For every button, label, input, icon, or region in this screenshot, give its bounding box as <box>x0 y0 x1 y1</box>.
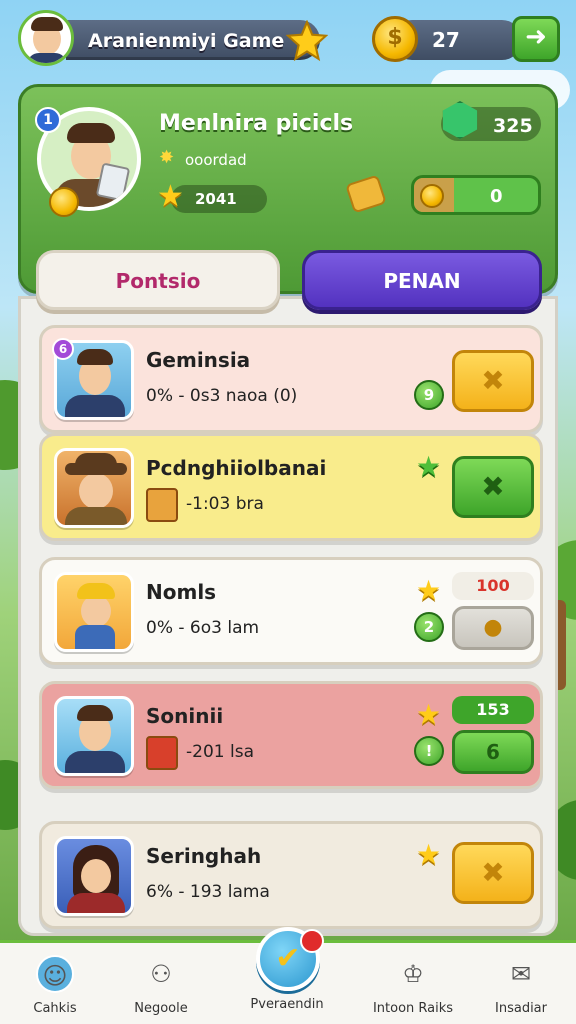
nav-label: Pveraendin <box>250 997 324 1012</box>
score-value: 2041 <box>195 190 237 208</box>
profile-coin-icon <box>49 187 79 217</box>
card-value-pill: 100 <box>452 572 534 600</box>
coin-count: 27 <box>432 28 460 52</box>
nav-label: Insadiar <box>495 1001 547 1016</box>
nav-item-insadiar[interactable]: ✉ Insadiar <box>466 955 576 1016</box>
nav-label: Intoon Raiks <box>372 1001 454 1016</box>
nav-label: Negoole <box>134 1001 188 1016</box>
card-title: Pcdnghiiolbanai <box>146 456 327 480</box>
card-star-icon: ★ <box>416 698 442 731</box>
gem-count: 325 <box>493 115 533 137</box>
card-title: Seringhah <box>146 844 262 868</box>
progress-coin-icon <box>420 184 444 208</box>
coin-icon <box>372 16 418 62</box>
list-card-1[interactable]: 6 Geminsia 0% - 0s3 naoa (0) 9 ✖ <box>39 325 543 433</box>
book-icon <box>146 736 178 770</box>
list-card-4[interactable]: Soninii -201 lsa ★ 153 ! 6 <box>39 681 543 789</box>
card-stat: 0% - 0s3 naoa (0) <box>146 386 298 406</box>
list-panel: 6 Geminsia 0% - 0s3 naoa (0) 9 ✖ Pcdnghi… <box>18 296 558 936</box>
card-indicator-icon: 9 <box>414 380 444 410</box>
card-stat: 6% - 193 lama <box>146 882 270 902</box>
card-action-button[interactable]: 6 <box>452 730 534 774</box>
card-title: Soninii <box>146 704 224 728</box>
progress-pill[interactable]: 0 <box>411 175 541 215</box>
nav-item-cahkis[interactable]: ☺ Cahkis <box>0 955 110 1016</box>
card-star-icon: ★ <box>416 838 442 871</box>
nav-label: Cahkis <box>33 1001 77 1016</box>
player-subtitle: ooordad <box>185 151 247 169</box>
game-title: Aranienmiyi Game <box>88 30 285 52</box>
card-title: Geminsia <box>146 348 251 372</box>
card-stat: -201 lsa <box>186 742 254 762</box>
people-icon: ⚇ <box>150 960 172 988</box>
nav-item-pveraendin[interactable]: Pveraendin <box>232 997 342 1012</box>
bottom-nav: ☺ Cahkis ⚇ Negoole ✔ Pveraendin ♔ Intoon… <box>0 927 576 1024</box>
score-star-icon: ★ <box>157 179 184 214</box>
card-thumbnail <box>54 836 134 916</box>
card-indicator-icon: ! <box>414 736 444 766</box>
card-star-icon: ★ <box>416 450 442 483</box>
puzzle-icon: ✖ <box>481 856 505 889</box>
card-badge: 6 <box>52 338 74 360</box>
tab-pontsio[interactable]: Pontsio <box>36 250 280 310</box>
notification-badge <box>300 929 324 953</box>
card-stat: 0% - 6o3 lam <box>146 618 260 638</box>
nav-item-negoole[interactable]: ⚇ Negoole <box>106 955 216 1016</box>
card-button-value: 6 <box>486 740 500 764</box>
star-icon[interactable] <box>286 20 328 62</box>
card-action-button[interactable]: ✖ <box>452 842 534 904</box>
card-action-button[interactable]: ✖ <box>452 350 534 412</box>
card-value-pill: 153 <box>452 696 534 724</box>
arrow-right-icon: ➜ <box>525 22 547 52</box>
puzzle-icon: ✖ <box>481 470 505 503</box>
puzzle-icon: ✖ <box>481 364 505 397</box>
level-badge: 1 <box>35 107 61 133</box>
list-card-2[interactable]: Pcdnghiiolbanai -1:03 bra ★ ✖ <box>39 433 543 541</box>
card-thumbnail <box>54 696 134 776</box>
chat-icon: ✉ <box>510 960 532 988</box>
card-thumbnail <box>54 572 134 652</box>
list-card-3[interactable]: Nomls 0% - 6o3 lam ★ 100 2 ● <box>39 557 543 665</box>
hourglass-icon <box>146 488 178 522</box>
coin-icon: ● <box>483 615 503 640</box>
card-action-button[interactable]: ✖ <box>452 456 534 518</box>
card-title: Nomls <box>146 580 217 604</box>
card-thumbnail <box>54 448 134 528</box>
card-star-icon: ★ <box>416 574 442 607</box>
tab-penan[interactable]: PENAN <box>302 250 542 310</box>
list-card-5[interactable]: Seringhah 6% - 193 lama ★ ✖ <box>39 821 543 929</box>
top-bar: Aranienmiyi Game 27 ➜ <box>0 0 576 84</box>
chef-hat-icon: ♔ <box>402 960 424 988</box>
card-indicator-icon: 2 <box>414 612 444 642</box>
avatar-icon: ☺ <box>36 955 74 993</box>
card-stat: -1:03 bra <box>186 494 264 514</box>
nav-item-intoon-raiks[interactable]: ♔ Intoon Raiks <box>358 955 468 1016</box>
player-avatar[interactable] <box>18 10 74 66</box>
player-name: Menlnira picicls <box>159 111 354 136</box>
arrow-right-button[interactable]: ➜ <box>512 16 560 62</box>
progress-value: 0 <box>490 186 503 207</box>
ticket-icon[interactable] <box>345 174 387 214</box>
sparkle-icon: ✸ <box>159 147 175 168</box>
card-action-button[interactable]: ● <box>452 606 534 650</box>
